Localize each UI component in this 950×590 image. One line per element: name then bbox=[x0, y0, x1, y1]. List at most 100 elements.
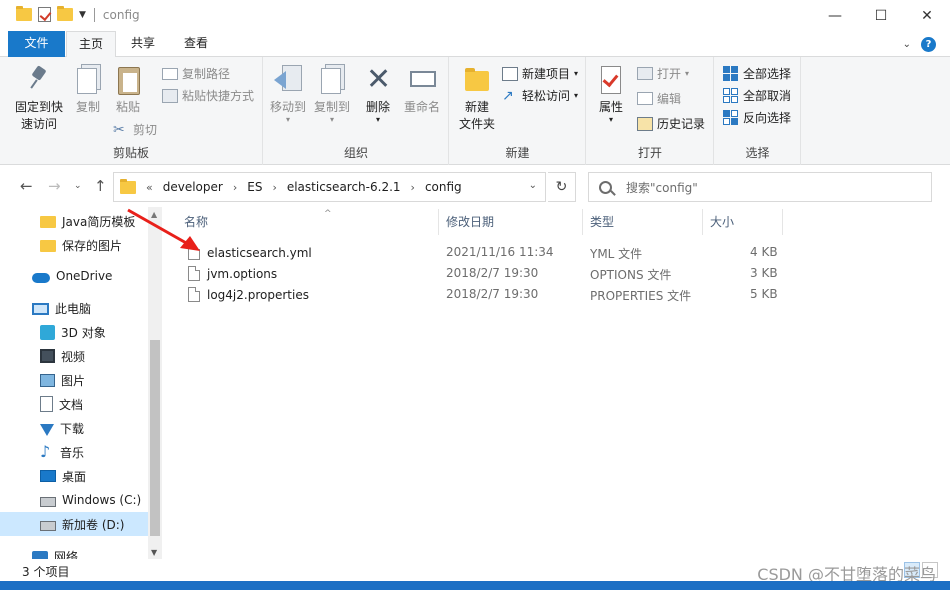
address-bar[interactable]: « developer › ES › elasticsearch-6.2.1 ›… bbox=[113, 172, 546, 202]
refresh-button[interactable]: ↻ bbox=[548, 172, 576, 202]
tab-home[interactable]: 主页 bbox=[66, 31, 116, 58]
sidebar-item-onedrive[interactable]: OneDrive bbox=[0, 264, 148, 288]
minimize-button[interactable]: — bbox=[812, 0, 858, 31]
table-row[interactable]: elasticsearch.yml 2021/11/16 11:34 YML 文… bbox=[180, 242, 780, 263]
clipboard-icon bbox=[118, 67, 140, 95]
sidebar-item-label: Java简历模板 bbox=[62, 214, 136, 229]
tab-share[interactable]: 共享 bbox=[120, 31, 166, 57]
search-box[interactable]: 搜索"config" bbox=[588, 172, 932, 202]
copy-path-button[interactable]: 复制路径 bbox=[162, 65, 230, 82]
properties-button[interactable]: 属性 ▾ bbox=[593, 63, 629, 124]
invert-selection-button[interactable]: 反向选择 bbox=[723, 109, 791, 126]
folder-icon[interactable] bbox=[16, 6, 32, 21]
column-header-size[interactable]: 大小 bbox=[710, 213, 734, 233]
sidebar-item-java-resume[interactable]: Java简历模板 bbox=[0, 209, 148, 233]
delete-button[interactable]: ✕ 删除 ▾ bbox=[360, 63, 396, 124]
new-item-button[interactable]: 新建项目 ▾ bbox=[502, 65, 578, 82]
column-divider[interactable] bbox=[782, 209, 783, 235]
copy-to-button[interactable]: 复制到 ▾ bbox=[312, 63, 352, 124]
new-group: 新建 文件夹 新建项目 ▾ ↗ 轻松访问 ▾ 新建 bbox=[450, 57, 586, 165]
address-overflow[interactable]: « bbox=[146, 181, 153, 194]
column-divider[interactable] bbox=[582, 209, 583, 235]
ribbon-collapse-chevron-icon[interactable]: ⌄ bbox=[903, 39, 911, 50]
sidebar-item-videos[interactable]: 视频 bbox=[0, 344, 148, 368]
breadcrumb-separator-icon[interactable]: › bbox=[233, 181, 237, 194]
sidebar-item-network[interactable]: 网络 bbox=[0, 544, 148, 559]
copy-to-dropdown-icon: ▾ bbox=[329, 115, 334, 124]
tab-view[interactable]: 查看 bbox=[172, 31, 220, 57]
file-name: elasticsearch.yml bbox=[207, 245, 312, 260]
tab-file[interactable]: 文件 bbox=[8, 31, 65, 57]
cut-button[interactable]: ✂ 剪切 bbox=[113, 121, 157, 138]
select-all-button[interactable]: 全部选择 bbox=[723, 65, 791, 82]
sidebar-item-drive-d[interactable]: 新加卷 (D:) bbox=[0, 512, 148, 536]
close-button[interactable]: ✕ bbox=[904, 0, 950, 31]
help-icon[interactable]: ? bbox=[921, 37, 936, 52]
open-button[interactable]: 打开 ▾ bbox=[637, 65, 689, 82]
pin-quick-access-button[interactable]: 固定到快 速访问 bbox=[10, 63, 68, 133]
column-divider[interactable] bbox=[438, 209, 439, 235]
rename-button[interactable]: 重命名 bbox=[400, 63, 444, 116]
breadcrumb-developer[interactable]: developer bbox=[163, 180, 223, 194]
move-to-icon bbox=[274, 71, 286, 89]
breadcrumb-separator-icon[interactable]: › bbox=[411, 181, 415, 194]
paste-button[interactable]: 粘贴 bbox=[110, 63, 146, 116]
maximize-button[interactable]: ☐ bbox=[858, 0, 904, 31]
column-header-name[interactable]: 名称 ^ bbox=[184, 209, 332, 233]
recent-locations-chevron-icon[interactable]: ⌄ bbox=[74, 181, 82, 191]
open-group: 属性 ▾ 打开 ▾ 编辑 历史记录 打开 bbox=[587, 57, 714, 165]
sidebar-scrollbar[interactable]: ▲ ▼ bbox=[148, 207, 162, 559]
sidebar-item-pictures[interactable]: 图片 bbox=[0, 368, 148, 392]
breadcrumb-es[interactable]: ES bbox=[247, 180, 262, 194]
sidebar-item-saved-pictures[interactable]: 保存的图片 bbox=[0, 233, 148, 257]
new-folder-icon[interactable] bbox=[57, 6, 73, 21]
sidebar-item-label: 文档 bbox=[59, 397, 84, 412]
breadcrumb-elasticsearch[interactable]: elasticsearch-6.2.1 bbox=[287, 180, 401, 194]
column-header-date[interactable]: 修改日期 bbox=[446, 213, 494, 233]
copy-button[interactable]: 复制 bbox=[70, 63, 106, 116]
scrollbar-thumb[interactable] bbox=[150, 340, 160, 536]
sidebar-item-documents[interactable]: 文档 bbox=[0, 392, 148, 416]
download-icon bbox=[40, 423, 54, 436]
column-divider[interactable] bbox=[702, 209, 703, 235]
history-label: 历史记录 bbox=[657, 117, 706, 131]
address-dropdown-icon[interactable]: ⌄ bbox=[529, 180, 537, 191]
breadcrumb-config[interactable]: config bbox=[425, 180, 462, 194]
scroll-down-icon[interactable]: ▼ bbox=[151, 548, 157, 557]
new-item-icon bbox=[502, 66, 518, 81]
organize-group-label: 组织 bbox=[343, 146, 368, 160]
sidebar-item-downloads[interactable]: 下载 bbox=[0, 416, 148, 440]
video-icon bbox=[40, 349, 55, 363]
sidebar-item-label: 音乐 bbox=[60, 445, 85, 460]
paste-shortcut-button[interactable]: 粘贴快捷方式 bbox=[162, 87, 254, 104]
folder-icon bbox=[40, 240, 56, 252]
table-row[interactable]: jvm.options 2018/2/7 19:30 OPTIONS 文件 3 … bbox=[180, 263, 780, 284]
scroll-up-icon[interactable]: ▲ bbox=[151, 210, 157, 219]
up-arrow-icon[interactable]: ↑ bbox=[94, 177, 107, 195]
breadcrumb-separator-icon[interactable]: › bbox=[272, 181, 276, 194]
new-folder-button[interactable]: 新建 文件夹 bbox=[454, 63, 500, 133]
delete-x-icon: ✕ bbox=[366, 62, 392, 97]
quick-access-dropdown-icon[interactable]: ▼ bbox=[79, 10, 86, 20]
back-arrow-icon[interactable]: ← bbox=[20, 177, 33, 195]
column-header-type[interactable]: 类型 bbox=[590, 213, 614, 233]
properties-icon bbox=[601, 66, 621, 94]
properties-check-icon[interactable] bbox=[38, 7, 51, 22]
table-row[interactable]: log4j2.properties 2018/2/7 19:30 PROPERT… bbox=[180, 284, 780, 305]
easy-access-button[interactable]: ↗ 轻松访问 ▾ bbox=[502, 87, 578, 104]
sidebar-item-this-pc[interactable]: 此电脑 bbox=[0, 296, 148, 320]
select-none-button[interactable]: 全部取消 bbox=[723, 87, 791, 104]
sidebar-item-3d-objects[interactable]: 3D 对象 bbox=[0, 320, 148, 344]
edit-button[interactable]: 编辑 bbox=[637, 90, 681, 107]
sidebar-item-desktop[interactable]: 桌面 bbox=[0, 464, 148, 488]
sidebar-item-drive-c[interactable]: Windows (C:) bbox=[0, 488, 148, 512]
forward-arrow-icon[interactable]: → bbox=[48, 177, 61, 195]
file-name: log4j2.properties bbox=[207, 287, 309, 302]
move-to-button[interactable]: 移动到 ▾ bbox=[268, 63, 308, 124]
music-icon: ♪ bbox=[40, 442, 51, 461]
sidebar-item-music[interactable]: ♪ 音乐 bbox=[0, 440, 148, 464]
move-to-dropdown-icon: ▾ bbox=[285, 115, 290, 124]
paste-label: 粘贴 bbox=[115, 100, 140, 114]
file-type: PROPERTIES 文件 bbox=[590, 289, 692, 303]
history-button[interactable]: 历史记录 bbox=[637, 115, 705, 132]
